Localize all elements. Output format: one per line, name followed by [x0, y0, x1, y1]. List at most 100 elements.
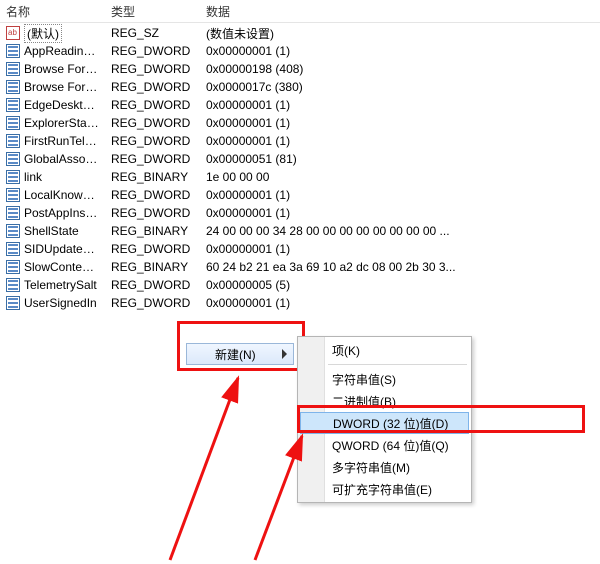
value-name: PostAppInstall... [24, 206, 99, 220]
column-header-name[interactable]: 名称 [0, 1, 105, 22]
table-row[interactable]: linkREG_BINARY1e 00 00 00 [0, 168, 600, 186]
name-cell: UserSignedIn [0, 296, 105, 310]
context-menu-new[interactable]: 新建(N) [186, 343, 294, 365]
type-cell: REG_DWORD [105, 296, 200, 310]
data-cell: 0x00000051 (81) [200, 152, 600, 166]
value-name: LocalKnownFol... [24, 188, 99, 202]
value-name: Browse For Fol... [24, 62, 99, 76]
value-name: Browse For Fol... [24, 80, 99, 94]
value-name: (默认) [24, 24, 62, 43]
context-menu-new-label: 新建(N) [215, 346, 256, 363]
type-cell: REG_DWORD [105, 134, 200, 148]
type-cell: REG_DWORD [105, 152, 200, 166]
name-cell: link [0, 170, 105, 184]
value-name: SlowContextM... [24, 260, 99, 274]
binary-value-icon [6, 62, 20, 76]
menu-item-dword[interactable]: DWORD (32 位)值(D) [300, 412, 469, 434]
binary-value-icon [6, 152, 20, 166]
type-cell: REG_DWORD [105, 80, 200, 94]
name-cell: TelemetrySalt [0, 278, 105, 292]
binary-value-icon [6, 260, 20, 274]
value-name: EdgeDesktopS... [24, 98, 99, 112]
data-cell: 0x0000017c (380) [200, 80, 600, 94]
data-cell: 0x00000001 (1) [200, 188, 600, 202]
type-cell: REG_DWORD [105, 116, 200, 130]
data-cell: 1e 00 00 00 [200, 170, 600, 184]
binary-value-icon [6, 170, 20, 184]
name-cell: EdgeDesktopS... [0, 98, 105, 112]
table-row[interactable]: SlowContextM... REG_BINARY60 24 b2 21 ea … [0, 258, 600, 276]
type-cell: REG_DWORD [105, 44, 200, 58]
type-cell: REG_DWORD [105, 62, 200, 76]
binary-value-icon [6, 206, 20, 220]
binary-value-icon [6, 98, 20, 112]
name-cell: Browse For Fol... [0, 62, 105, 76]
table-row[interactable]: Browse For Fol...REG_DWORD0x00000198 (40… [0, 60, 600, 78]
menu-item-key[interactable]: 项(K) [298, 339, 471, 361]
data-cell: (数值未设置) [200, 25, 600, 42]
binary-value-icon [6, 44, 20, 58]
name-cell: GlobalAssocCh... [0, 152, 105, 166]
data-cell: 0x00000001 (1) [200, 44, 600, 58]
submenu-arrow-icon [282, 349, 287, 359]
table-row[interactable]: (默认) REG_SZ(数值未设置) [0, 24, 600, 42]
data-cell: 0x00000005 (5) [200, 278, 600, 292]
type-cell: REG_DWORD [105, 242, 200, 256]
data-cell: 60 24 b2 21 ea 3a 69 10 a2 dc 08 00 2b 3… [200, 260, 600, 274]
name-cell: ShellState [0, 224, 105, 238]
value-name: UserSignedIn [24, 296, 97, 310]
value-rows: (默认) REG_SZ(数值未设置)AppReadiness...REG_DWOR… [0, 23, 600, 312]
data-cell: 0x00000001 (1) [200, 134, 600, 148]
table-row[interactable]: TelemetrySalt REG_DWORD0x00000005 (5) [0, 276, 600, 294]
name-cell: SIDUpdatedO... [0, 242, 105, 256]
table-row[interactable]: AppReadiness...REG_DWORD0x00000001 (1) [0, 42, 600, 60]
type-cell: REG_SZ [105, 26, 200, 40]
binary-value-icon [6, 224, 20, 238]
value-name: link [24, 170, 42, 184]
value-name: FirstRunTelem... [24, 134, 99, 148]
type-cell: REG_DWORD [105, 188, 200, 202]
table-row[interactable]: ShellStateREG_BINARY24 00 00 00 34 28 00… [0, 222, 600, 240]
table-row[interactable]: FirstRunTelem... REG_DWORD0x00000001 (1) [0, 132, 600, 150]
menu-separator [328, 364, 467, 365]
table-row[interactable]: PostAppInstall...REG_DWORD0x00000001 (1) [0, 204, 600, 222]
column-header-row: 名称 类型 数据 [0, 0, 600, 23]
table-row[interactable]: Browse For Fol... REG_DWORD0x0000017c (38… [0, 78, 600, 96]
data-cell: 0x00000001 (1) [200, 296, 600, 310]
table-row[interactable]: UserSignedIn REG_DWORD0x00000001 (1) [0, 294, 600, 312]
table-row[interactable]: GlobalAssocCh... REG_DWORD0x00000051 (81) [0, 150, 600, 168]
table-row[interactable]: EdgeDesktopS... REG_DWORD0x00000001 (1) [0, 96, 600, 114]
value-name: ExplorerStartu... [24, 116, 99, 130]
column-header-data[interactable]: 数据 [200, 1, 600, 22]
value-name: SIDUpdatedO... [24, 242, 99, 256]
data-cell: 0x00000001 (1) [200, 98, 600, 112]
name-cell: PostAppInstall... [0, 206, 105, 220]
binary-value-icon [6, 242, 20, 256]
name-cell: SlowContextM... [0, 260, 105, 274]
type-cell: REG_DWORD [105, 98, 200, 112]
type-cell: REG_BINARY [105, 260, 200, 274]
column-header-type[interactable]: 类型 [105, 1, 200, 22]
menu-item-string[interactable]: 字符串值(S) [298, 368, 471, 390]
menu-item-expand[interactable]: 可扩充字符串值(E) [298, 478, 471, 500]
name-cell: Browse For Fol... [0, 80, 105, 94]
menu-item-multi[interactable]: 多字符串值(M) [298, 456, 471, 478]
menu-item-qword[interactable]: QWORD (64 位)值(Q) [298, 434, 471, 456]
value-name: TelemetrySalt [24, 278, 97, 292]
context-submenu-new[interactable]: 项(K) 字符串值(S) 二进制值(B) DWORD (32 位)值(D) QW… [297, 336, 472, 503]
binary-value-icon [6, 116, 20, 130]
table-row[interactable]: ExplorerStartu...REG_DWORD0x00000001 (1) [0, 114, 600, 132]
menu-item-binary[interactable]: 二进制值(B) [298, 390, 471, 412]
name-cell: LocalKnownFol... [0, 188, 105, 202]
value-name: ShellState [24, 224, 79, 238]
type-cell: REG_DWORD [105, 206, 200, 220]
table-row[interactable]: SIDUpdatedO...REG_DWORD0x00000001 (1) [0, 240, 600, 258]
type-cell: REG_BINARY [105, 224, 200, 238]
name-cell: ExplorerStartu... [0, 116, 105, 130]
type-cell: REG_DWORD [105, 278, 200, 292]
value-name: GlobalAssocCh... [24, 152, 99, 166]
table-row[interactable]: LocalKnownFol... REG_DWORD0x00000001 (1) [0, 186, 600, 204]
value-list[interactable]: 名称 类型 数据 (默认) REG_SZ(数值未设置)AppReadiness..… [0, 0, 600, 312]
binary-value-icon [6, 80, 20, 94]
binary-value-icon [6, 296, 20, 310]
